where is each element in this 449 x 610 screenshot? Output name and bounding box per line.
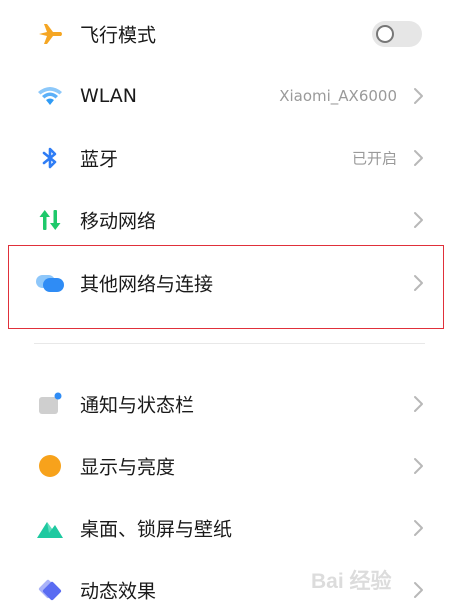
wlan-label: WLAN bbox=[80, 85, 138, 107]
baidu-watermark: Bai 经验 bbox=[311, 560, 441, 596]
desktop-row[interactable]: 桌面、锁屏与壁纸 bbox=[0, 497, 449, 559]
other-networks-label: 其他网络与连接 bbox=[80, 273, 214, 296]
watermark-text: Bai 经验 bbox=[311, 570, 392, 593]
bluetooth-row[interactable]: 蓝牙 已开启 bbox=[0, 127, 449, 189]
notification-icon bbox=[36, 390, 64, 418]
section-divider bbox=[34, 343, 425, 344]
chevron-right-icon bbox=[414, 520, 423, 536]
airplane-icon bbox=[36, 20, 64, 48]
chevron-right-icon bbox=[414, 88, 423, 104]
notification-row[interactable]: 通知与状态栏 bbox=[0, 373, 449, 435]
chevron-right-icon bbox=[414, 396, 423, 412]
desktop-label: 桌面、锁屏与壁纸 bbox=[80, 518, 233, 541]
mobile-network-label: 移动网络 bbox=[80, 210, 157, 233]
airplane-mode-label: 飞行模式 bbox=[80, 24, 157, 47]
display-label: 显示与亮度 bbox=[80, 456, 176, 479]
notification-label: 通知与状态栏 bbox=[80, 394, 195, 417]
bluetooth-icon bbox=[36, 144, 64, 172]
animation-icon bbox=[36, 576, 64, 604]
wlan-row[interactable]: WLAN Xiaomi_AX6000 bbox=[0, 65, 449, 127]
effects-label: 动态效果 bbox=[80, 580, 157, 603]
cloud-link-icon bbox=[36, 269, 64, 297]
other-networks-row[interactable]: 其他网络与连接 bbox=[0, 252, 449, 314]
chevron-right-icon bbox=[414, 150, 423, 166]
chevron-right-icon bbox=[414, 212, 423, 228]
display-row[interactable]: 显示与亮度 bbox=[0, 435, 449, 497]
mobile-network-row[interactable]: 移动网络 bbox=[0, 189, 449, 251]
chevron-right-icon bbox=[414, 275, 423, 291]
airplane-mode-row[interactable]: 飞行模式 bbox=[0, 3, 449, 65]
toggle-knob bbox=[376, 25, 394, 43]
bluetooth-status: 已开启 bbox=[351, 149, 397, 168]
wallpaper-icon bbox=[36, 514, 64, 542]
mobile-data-icon bbox=[36, 206, 64, 234]
bluetooth-label: 蓝牙 bbox=[80, 148, 119, 171]
wifi-icon bbox=[36, 82, 64, 110]
wlan-network-name: Xiaomi_AX6000 bbox=[279, 87, 397, 105]
airplane-mode-toggle[interactable] bbox=[372, 21, 422, 47]
chevron-right-icon bbox=[414, 458, 423, 474]
settings-page: 飞行模式 WLAN Xiaomi_AX6000 蓝牙 已开启 移动网络 其他网络… bbox=[0, 0, 449, 610]
brightness-icon bbox=[36, 452, 64, 480]
